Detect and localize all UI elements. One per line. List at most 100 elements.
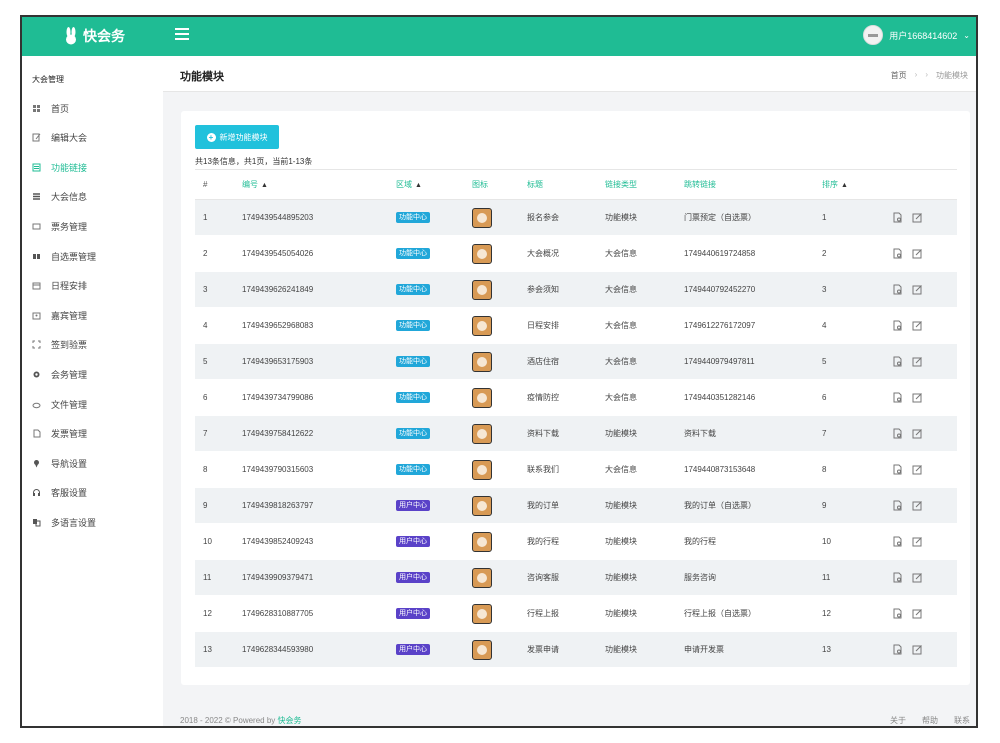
edit-icon[interactable] (912, 536, 923, 547)
view-doc-icon[interactable] (892, 500, 903, 511)
view-doc-icon[interactable] (892, 464, 903, 475)
sidebar-item-11[interactable]: 发票管理 (32, 426, 87, 442)
cell-index: 5 (195, 343, 242, 380)
table-row: 2 1749439545054026 功能中心 大会概况 大会信息 17494406197… (195, 235, 957, 272)
cell-actions (892, 271, 957, 308)
view-doc-icon[interactable] (892, 284, 903, 295)
col-id[interactable]: 编号 ▲ (242, 169, 396, 200)
cell-link-type: 大会信息 (605, 235, 684, 272)
module-icon (472, 351, 492, 372)
edit-icon[interactable] (912, 428, 923, 439)
add-module-button[interactable]: + 新增功能模块 (195, 125, 279, 149)
sidebar-item-2[interactable]: 功能链接 (32, 159, 87, 175)
area-badge: 功能中心 (396, 212, 430, 223)
sidebar-item-12[interactable]: 导航设置 (32, 455, 87, 471)
edit-icon[interactable] (912, 212, 923, 223)
guest-icon (32, 312, 41, 320)
cell-link: 我的行程 (684, 523, 822, 560)
footer-link-about[interactable]: 关于 (890, 715, 906, 726)
table-row: 13 1749628344593980 用户中心 发票申请 功能模块 申请开发票 13 (195, 631, 957, 668)
menu-toggle-icon[interactable] (175, 28, 189, 42)
module-icon (472, 279, 492, 300)
view-doc-icon[interactable] (892, 536, 903, 547)
view-doc-icon[interactable] (892, 356, 903, 367)
footer-brand-link[interactable]: 快会务 (278, 716, 302, 725)
cell-index: 6 (195, 379, 242, 416)
sidebar-item-label: 客服设置 (51, 488, 88, 499)
sidebar-item-1[interactable]: 编辑大会 (32, 130, 87, 146)
edit-icon[interactable] (912, 608, 923, 619)
edit-icon[interactable] (912, 644, 923, 655)
edit-icon[interactable] (912, 392, 923, 403)
avatar (863, 25, 884, 45)
cell-area: 用户中心 (396, 595, 472, 632)
logo[interactable]: 快会务 (64, 26, 125, 46)
view-doc-icon[interactable] (892, 608, 903, 619)
view-doc-icon[interactable] (892, 572, 903, 583)
sidebar-item-7[interactable]: 嘉宾管理 (32, 307, 87, 323)
view-doc-icon[interactable] (892, 320, 903, 331)
table-row: 10 1749439852409243 用户中心 我的行程 功能模块 我的行程 10 (195, 523, 957, 560)
view-doc-icon[interactable] (892, 248, 903, 259)
view-doc-icon[interactable] (892, 392, 903, 403)
edit-icon[interactable] (912, 572, 923, 583)
sidebar-item-14[interactable]: 多语言设置 (32, 514, 96, 530)
area-badge: 功能中心 (396, 320, 430, 331)
sidebar-item-label: 嘉宾管理 (51, 310, 88, 321)
chevron-down-icon: ⌄ (963, 30, 970, 40)
sidebar-item-0[interactable]: 首页 (32, 100, 69, 116)
sidebar-item-3[interactable]: 大会信息 (32, 189, 87, 205)
edit-icon[interactable] (912, 320, 923, 331)
col-area[interactable]: 区域 ▲ (396, 169, 472, 200)
view-doc-icon[interactable] (892, 212, 903, 223)
sidebar-item-5[interactable]: 自选票管理 (32, 248, 96, 264)
app-window: 快会务 用户1668414602 ⌄ 大会管理 首页 编辑大会 功能链接 大会信息 票务… (20, 15, 978, 728)
ticket-icon (32, 223, 41, 230)
view-doc-icon[interactable] (892, 644, 903, 655)
breadcrumb: 首页 › › 功能模块 (891, 70, 968, 81)
col-order[interactable]: 排序 ▲ (822, 169, 892, 200)
sidebar-item-label: 签到验票 (51, 340, 88, 351)
sidebar-item-10[interactable]: 文件管理 (32, 396, 87, 412)
cell-index: 2 (195, 235, 242, 272)
edit-icon[interactable] (912, 284, 923, 295)
view-doc-icon[interactable] (892, 428, 903, 439)
cell-link-type: 功能模块 (605, 559, 684, 596)
sort-asc-icon[interactable]: ▲ (841, 182, 848, 189)
edit-icon[interactable] (912, 464, 923, 475)
cell-index: 10 (195, 523, 242, 560)
cell-order: 11 (822, 559, 892, 596)
cell-area: 用户中心 (396, 631, 472, 668)
edit-icon[interactable] (912, 248, 923, 259)
footer-link-help[interactable]: 帮助 (922, 715, 938, 726)
cell-order: 4 (822, 307, 892, 344)
user-name: 用户1668414602 (889, 30, 958, 41)
gear-icon (33, 371, 40, 378)
edit-icon[interactable] (912, 500, 923, 511)
sidebar-item-4[interactable]: 票务管理 (32, 218, 87, 234)
sidebar-item-9[interactable]: 会务管理 (32, 366, 87, 382)
table-row: 5 1749439653175903 功能中心 酒店住宿 大会信息 17494409794… (195, 343, 957, 380)
cell-id: 1749439818263797 (242, 487, 396, 524)
sort-asc-icon[interactable]: ▲ (415, 182, 422, 189)
footer-link-contact[interactable]: 联系 (954, 715, 970, 726)
breadcrumb-home[interactable]: 首页 (891, 70, 907, 81)
sidebar-item-6[interactable]: 日程安排 (32, 278, 87, 294)
cell-link: 1749440979497811 (684, 343, 822, 380)
cell-title: 行程上报 (527, 595, 605, 632)
area-badge: 功能中心 (396, 248, 430, 259)
module-icon (472, 639, 492, 660)
sidebar-item-13[interactable]: 客服设置 (32, 485, 87, 501)
table-row: 7 1749439758412622 功能中心 资料下载 功能模块 资料下载 7 (195, 415, 957, 452)
cell-order: 8 (822, 451, 892, 488)
sort-asc-icon[interactable]: ▲ (261, 182, 268, 189)
cell-title: 我的行程 (527, 523, 605, 560)
col-area-label: 区域 (396, 180, 412, 189)
modules-table: # 编号 ▲ 区域 ▲ 图标 标题 链接类型 跳转链接 排序 ▲ 1 174943954… (195, 169, 957, 668)
sidebar-item-8[interactable]: 签到验票 (32, 337, 87, 353)
sidebar-item-label: 大会信息 (51, 192, 88, 203)
edit-icon[interactable] (912, 356, 923, 367)
user-menu[interactable]: 用户1668414602 ⌄ (863, 25, 970, 45)
sidebar-title: 大会管理 (32, 75, 64, 84)
cell-title: 日程安排 (527, 307, 605, 344)
